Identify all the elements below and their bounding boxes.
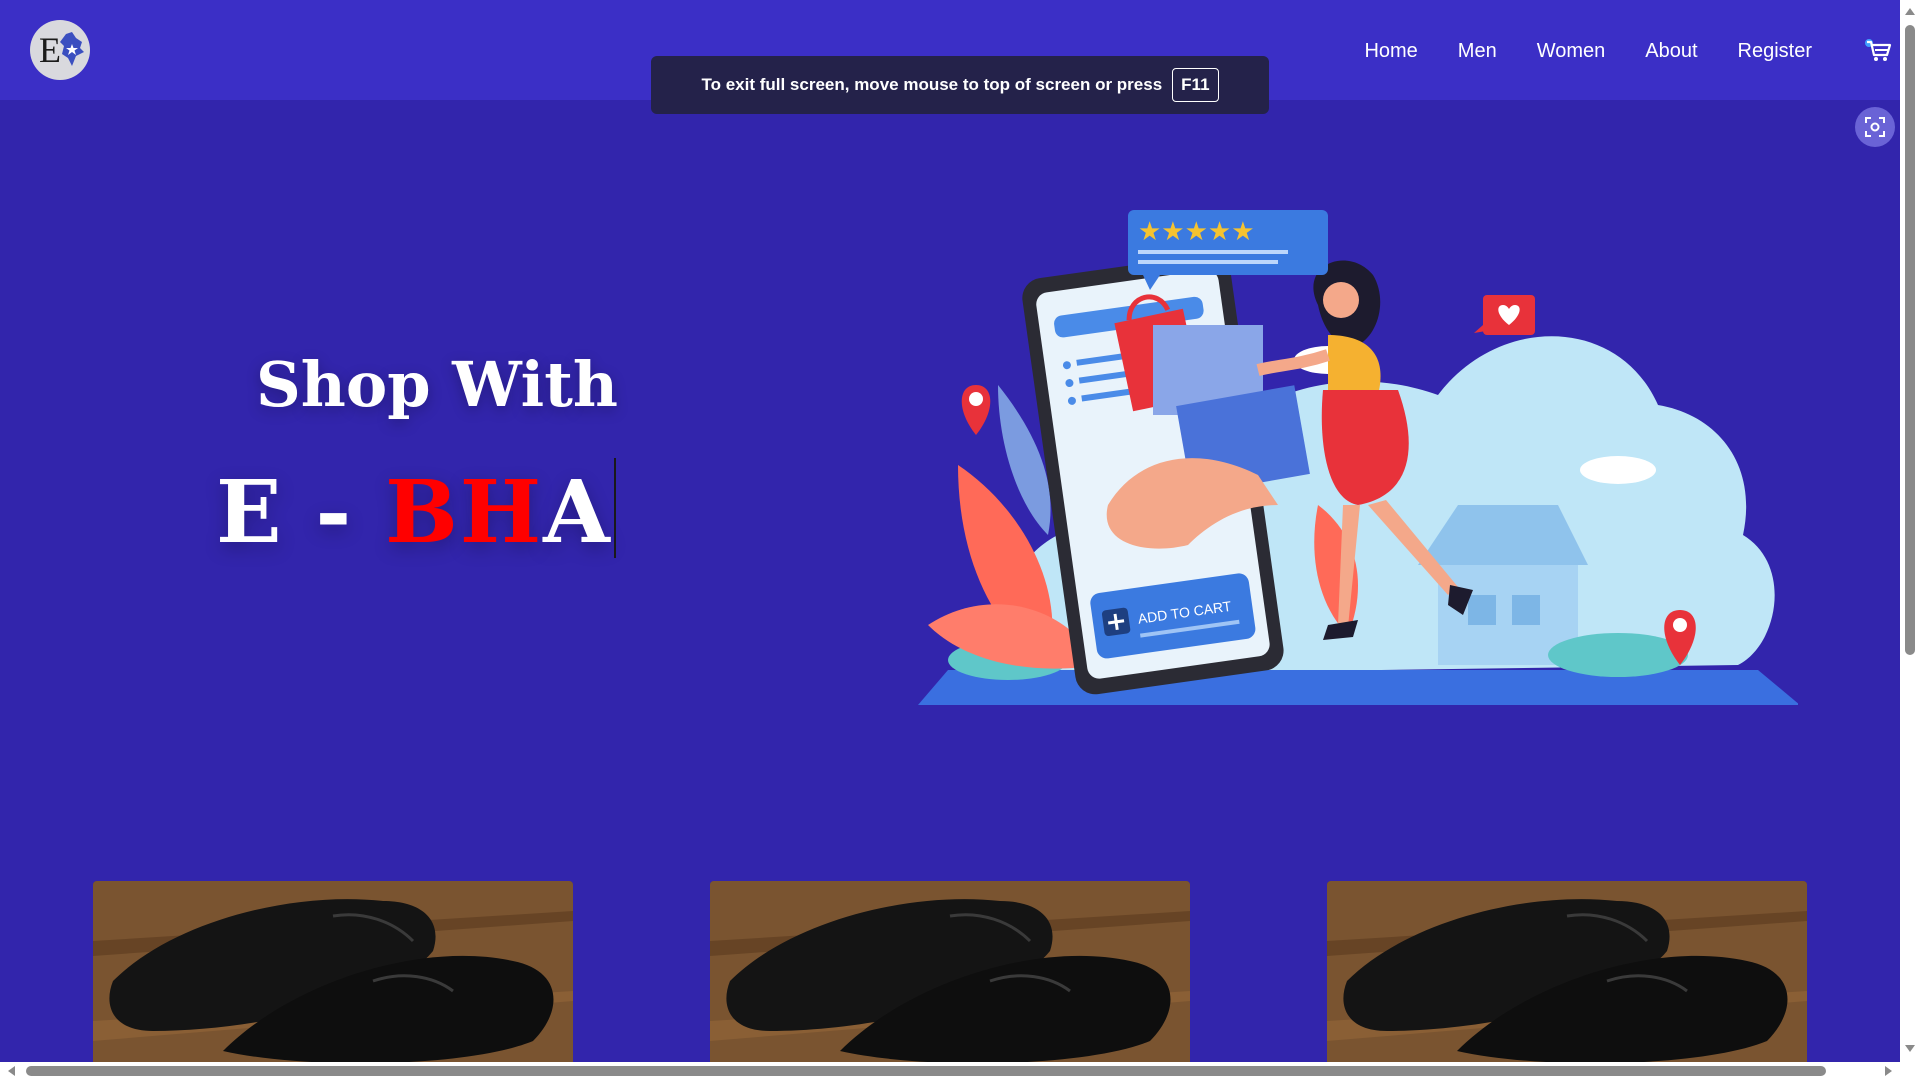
- nav-about[interactable]: About: [1645, 40, 1697, 63]
- screen-capture-button[interactable]: [1855, 107, 1895, 147]
- screen-capture-icon: [1865, 117, 1885, 137]
- logo[interactable]: E: [30, 20, 90, 80]
- heart-bubble: [1474, 295, 1535, 335]
- shopping-cart-icon[interactable]: [1864, 36, 1892, 64]
- horizontal-scrollbar-thumb[interactable]: [26, 1066, 1826, 1076]
- ground: [918, 670, 1798, 705]
- nav-register[interactable]: Register: [1738, 40, 1812, 63]
- shoe-image: [1327, 881, 1807, 1063]
- hero-brand-prefix: E -: [216, 462, 386, 563]
- toast-message: To exit full screen, move mouse to top o…: [701, 75, 1163, 94]
- scroll-left-icon[interactable]: [6, 1065, 16, 1077]
- star-rating-icon: ★★★★★: [1138, 217, 1255, 247]
- vertical-scrollbar-thumb[interactable]: [1905, 25, 1915, 655]
- shoe-image: [93, 881, 573, 1063]
- shoe-image: [710, 881, 1190, 1063]
- scroll-right-icon[interactable]: [1884, 1065, 1894, 1077]
- typing-caret: [613, 458, 616, 558]
- nav-women[interactable]: Women: [1537, 40, 1606, 63]
- scroll-up-icon[interactable]: [1904, 6, 1916, 16]
- nav-links: Home Men Women About Register: [1364, 36, 1812, 66]
- hero-brand-highlight: BH: [385, 462, 544, 563]
- product-card[interactable]: [710, 881, 1190, 1063]
- fullscreen-toast: To exit full screen, move mouse to top o…: [651, 56, 1269, 114]
- toast-key: F11: [1172, 68, 1219, 102]
- page: E Home Men Women About Register To exit …: [0, 0, 1920, 1080]
- hero-brand-suffix: A: [543, 462, 612, 563]
- shopping-illustration: ADD TO CART ★★★★★: [918, 210, 1798, 705]
- cloud: [1580, 456, 1656, 484]
- nav-men[interactable]: Men: [1458, 40, 1497, 63]
- product-card[interactable]: [93, 881, 573, 1063]
- scroll-down-icon[interactable]: [1904, 1044, 1916, 1054]
- hero-brand: E - BHA: [216, 458, 616, 563]
- nav-home[interactable]: Home: [1364, 40, 1417, 63]
- india-map-icon: [60, 32, 84, 66]
- hero-title: Shop With: [256, 348, 618, 421]
- product-card[interactable]: [1327, 881, 1807, 1063]
